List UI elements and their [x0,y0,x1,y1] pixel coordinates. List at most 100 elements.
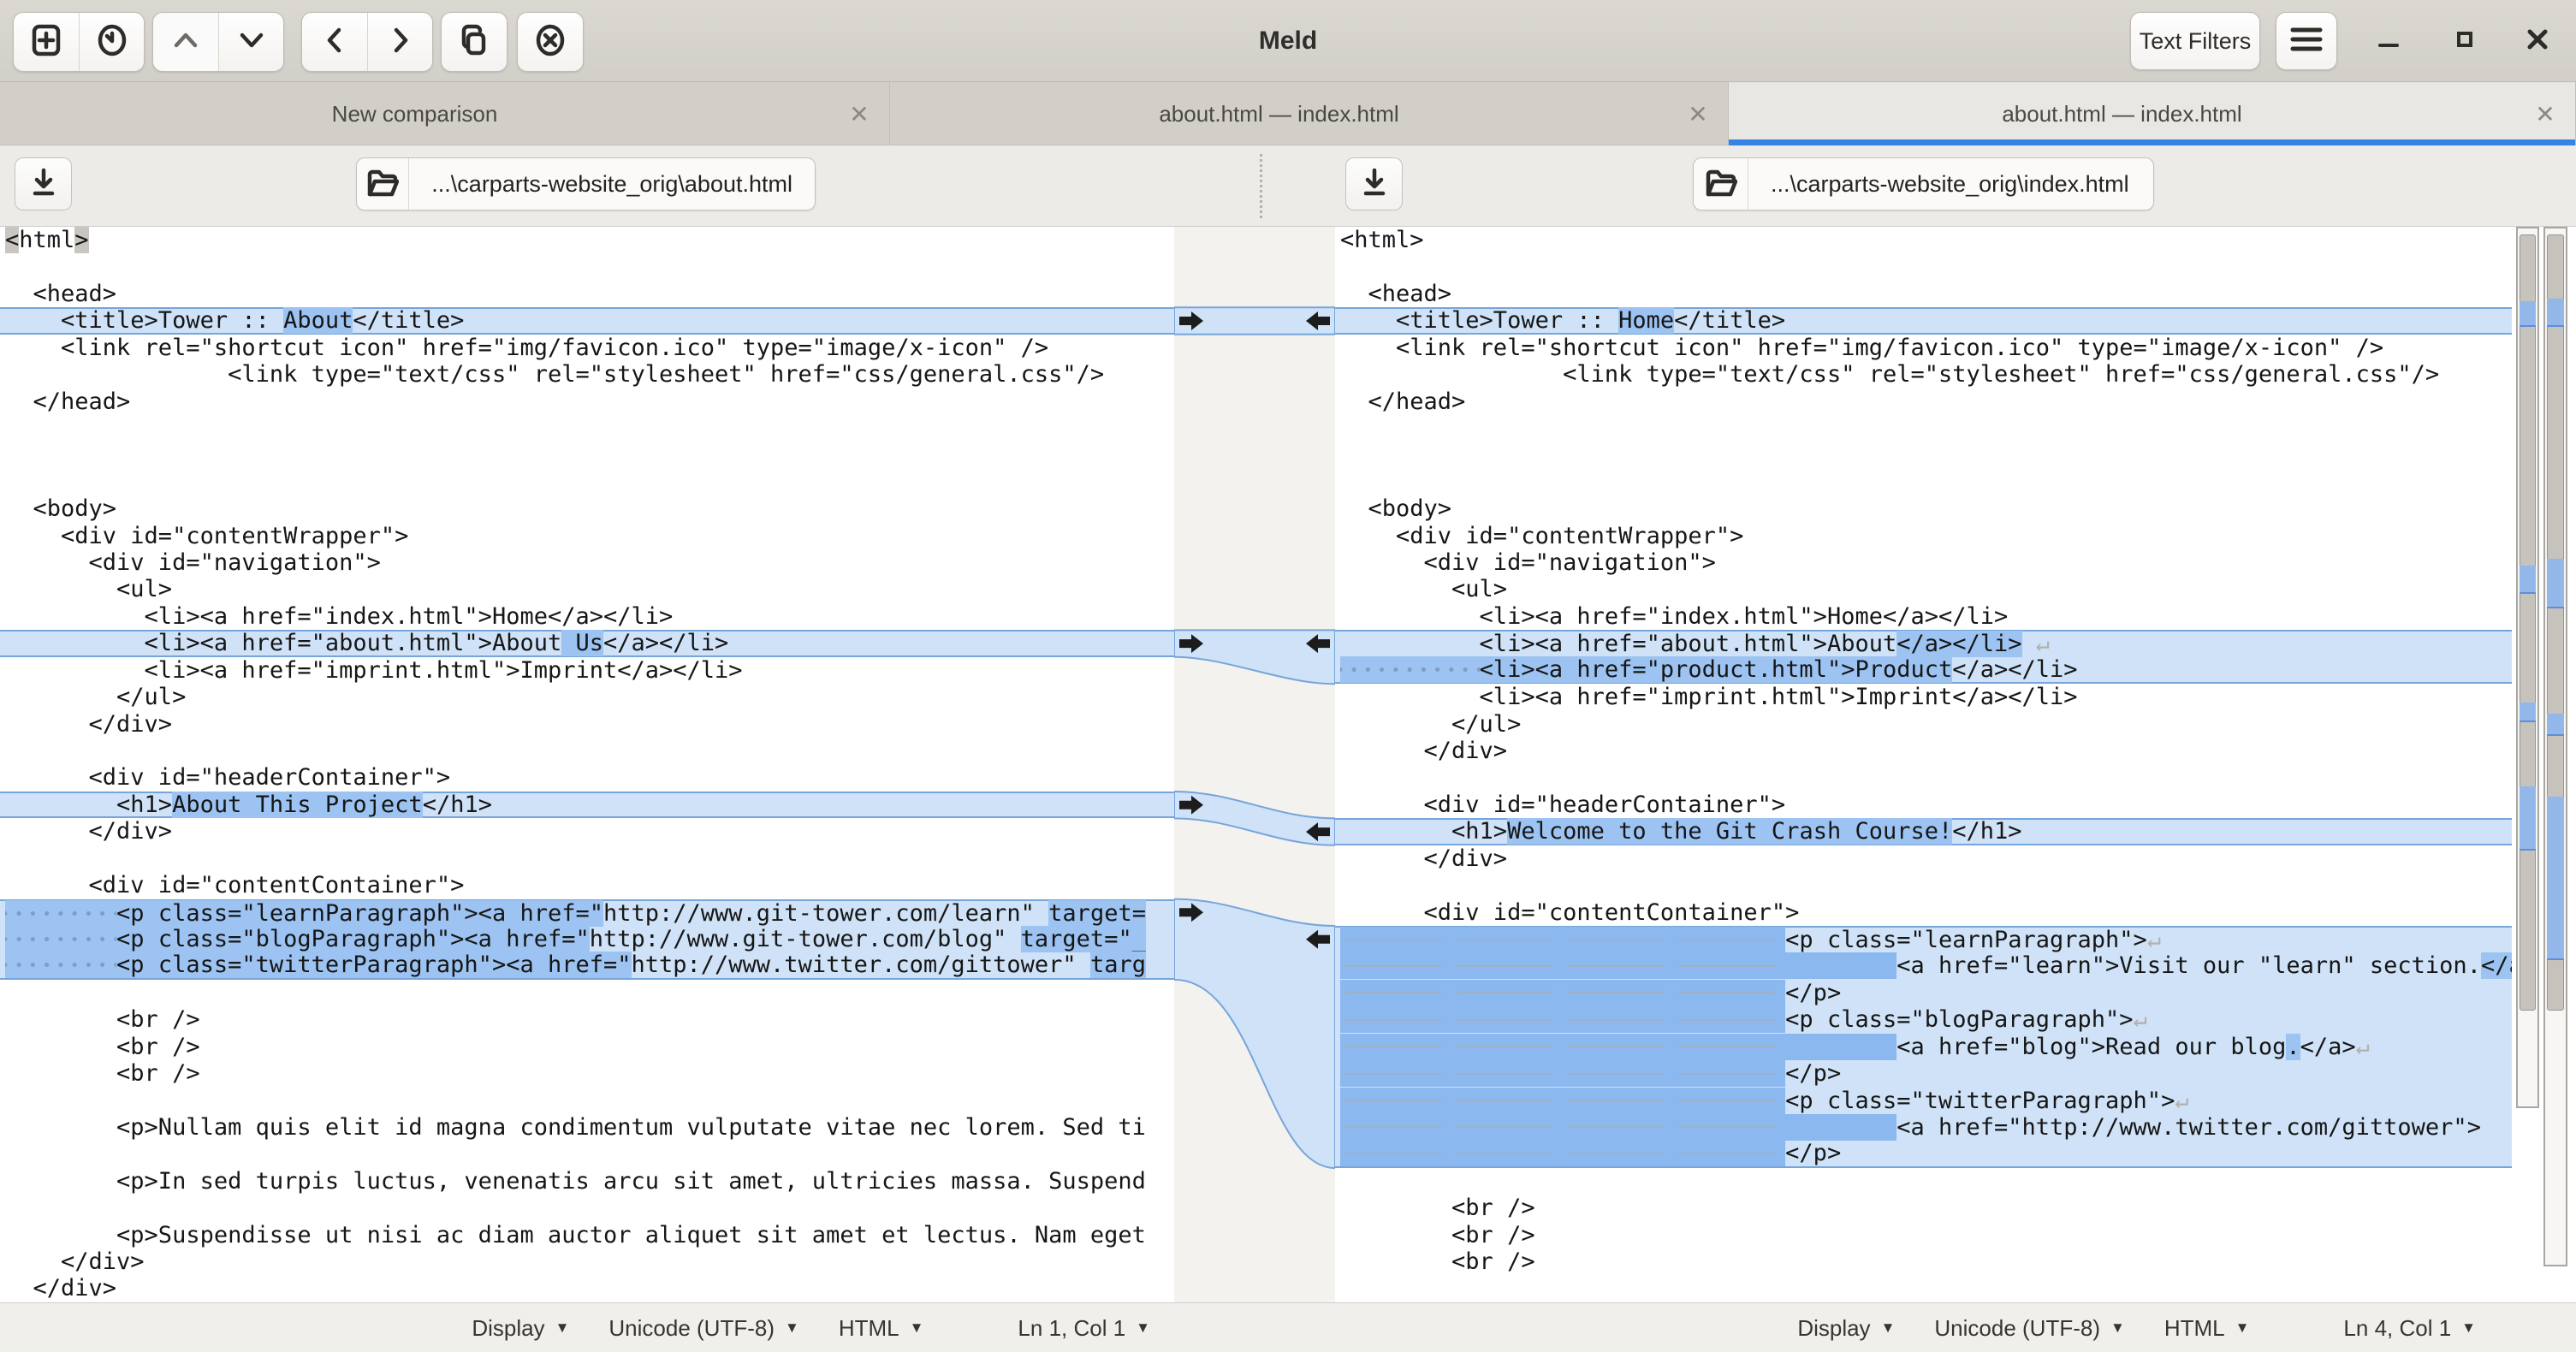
code-line[interactable]: <a href="http://www.twitter.com/gittower… [1335,1114,2512,1141]
encoding-menu[interactable]: Unicode (UTF-8)▼ [608,1315,798,1342]
tab-close-icon[interactable]: ✕ [1668,100,1728,128]
version-history-button[interactable] [79,13,144,71]
cursor-position-menu[interactable]: Ln 1, Col 1▼ [1018,1315,1150,1342]
code-line[interactable]: <div id="navigation"> [1335,549,2512,576]
code-line[interactable]: <div id="headerContainer"> [0,764,1174,791]
code-line[interactable]: <li><a href="index.html">Home</a></li> [1335,603,2512,630]
restore-button[interactable] [2435,0,2495,82]
code-line[interactable]: <title>Tower :: Home</title> [1335,307,2512,334]
display-menu[interactable]: Display▼ [472,1315,569,1342]
code-line[interactable]: <div id="contentContainer"> [1335,899,2512,926]
close-window-button[interactable] [2508,0,2567,82]
overview-scrollbar-left[interactable] [2516,227,2539,1108]
code-line[interactable]: <p>Nullam quis elit id magna condimentum… [0,1114,1174,1141]
code-line[interactable]: <div id="contentContainer"> [0,872,1174,898]
push-left-button[interactable] [302,13,367,71]
code-line[interactable]: </div> [1335,845,2512,872]
code-line[interactable]: <div id="contentWrapper"> [1335,523,2512,549]
text-filters-button[interactable]: Text Filters [2130,12,2260,70]
code-line[interactable]: <head> [0,281,1174,307]
code-line[interactable]: <link type="text/css" rel="stylesheet" h… [1335,361,2512,388]
right-editor[interactable]: <html> <head> <title>Tower :: Home</titl… [1335,227,2512,1302]
code-line[interactable]: <title>Tower :: About</title> [0,307,1174,334]
code-line[interactable] [1335,469,2512,495]
code-line[interactable] [0,738,1174,764]
left-file-button[interactable]: ...\carparts-website_orig\about.html [356,157,816,211]
code-line[interactable]: <html> [0,227,1174,253]
previous-change-button[interactable] [153,13,218,71]
code-line[interactable]: <li><a href="about.html">About Us</a></l… [0,630,1174,656]
new-comparison-button[interactable] [14,13,79,71]
code-line[interactable]: <a href="blog">Read our blog.</a>↵ [1335,1034,2512,1060]
cursor-position-menu[interactable]: Ln 4, Col 1▼ [2343,1315,2476,1342]
code-line[interactable]: <p>Suspendisse ut nisi ac diam auctor al… [0,1222,1174,1248]
code-line[interactable]: <p class="learnParagraph"><a href="http:… [0,899,1174,926]
save-left-button[interactable] [15,157,72,211]
copy-button[interactable] [442,13,507,71]
push-right-button[interactable] [367,13,432,71]
code-line[interactable] [1335,764,2512,791]
code-line[interactable]: <br /> [1335,1248,2512,1275]
encoding-menu[interactable]: Unicode (UTF-8)▼ [1934,1315,2124,1342]
menu-button[interactable] [2276,12,2337,70]
code-line[interactable]: <p class="blogParagraph"><a href="http:/… [0,926,1174,952]
code-line[interactable]: </div> [0,711,1174,738]
code-line[interactable] [0,980,1174,1006]
right-file-button[interactable]: ...\carparts-website_orig\index.html [1693,157,2154,211]
syntax-menu[interactable]: HTML▼ [2164,1315,2250,1342]
code-line[interactable]: </ul> [1335,711,2512,738]
code-line[interactable]: <h1>Welcome to the Git Crash Course!</h1… [1335,818,2512,845]
code-line[interactable] [0,1141,1174,1167]
code-line[interactable] [0,469,1174,495]
code-line[interactable]: <div id="headerContainer"> [1335,792,2512,818]
code-line[interactable]: <li><a href="index.html">Home</a></li> [0,603,1174,630]
code-line[interactable]: <ul> [0,576,1174,602]
code-line[interactable]: </ul> [0,684,1174,710]
code-line[interactable]: </div> [0,1248,1174,1275]
code-line[interactable]: <h1>About This Project</h1> [0,792,1174,818]
next-change-button[interactable] [218,13,283,71]
code-line[interactable] [0,415,1174,442]
display-menu[interactable]: Display▼ [1797,1315,1895,1342]
code-line[interactable]: <head> [1335,281,2512,307]
code-line[interactable]: <link rel="shortcut icon" href="img/favi… [1335,335,2512,361]
left-editor[interactable]: <html> <head> <title>Tower :: About</tit… [0,227,1174,1302]
code-line[interactable] [1335,415,2512,442]
code-line[interactable]: <link type="text/css" rel="stylesheet" h… [0,361,1174,388]
code-line[interactable]: </div> [0,818,1174,845]
code-line[interactable]: </head> [0,388,1174,415]
code-line[interactable] [0,442,1174,468]
code-line[interactable]: <link rel="shortcut icon" href="img/favi… [0,335,1174,361]
code-line[interactable]: <br /> [0,1034,1174,1060]
code-line[interactable]: <div id="contentWrapper"> [0,523,1174,549]
code-line[interactable]: </div> [1335,738,2512,764]
code-line[interactable]: <br /> [0,1006,1174,1033]
code-line[interactable] [0,253,1174,280]
save-right-button[interactable] [1345,157,1403,211]
code-line[interactable]: <li><a href="imprint.html">Imprint</a></… [0,657,1174,684]
code-line[interactable] [1335,253,2512,280]
code-line[interactable]: <ul> [1335,576,2512,602]
stop-button[interactable] [518,13,583,71]
code-line[interactable] [1335,872,2512,898]
minimize-button[interactable] [2359,0,2419,82]
code-line[interactable]: </head> [1335,388,2512,415]
overview-scrollbar-right[interactable] [2543,227,2567,1266]
code-line[interactable]: <p class="twitterParagraph">↵ [1335,1088,2512,1114]
code-line[interactable]: <li><a href="about.html">About</a></li> … [1335,630,2512,656]
tab-close-icon[interactable]: ✕ [2515,100,2575,128]
scrollbar-thumb[interactable] [2520,234,2536,1011]
code-line[interactable]: <li><a href="imprint.html">Imprint</a></… [1335,684,2512,710]
code-line[interactable]: </p> [1335,980,2512,1006]
code-line[interactable] [1335,1168,2512,1195]
code-line[interactable] [0,1195,1174,1221]
code-line[interactable]: </div> [0,1275,1174,1302]
code-line[interactable]: <html> [1335,227,2512,253]
tab-new-comparison[interactable]: New comparison ✕ [0,82,890,145]
code-line[interactable] [0,845,1174,872]
code-line[interactable]: <body> [0,495,1174,522]
code-line[interactable] [0,1088,1174,1114]
syntax-menu[interactable]: HTML▼ [839,1315,924,1342]
code-line[interactable]: <body> [1335,495,2512,522]
code-line[interactable]: </p> [1335,1060,2512,1087]
